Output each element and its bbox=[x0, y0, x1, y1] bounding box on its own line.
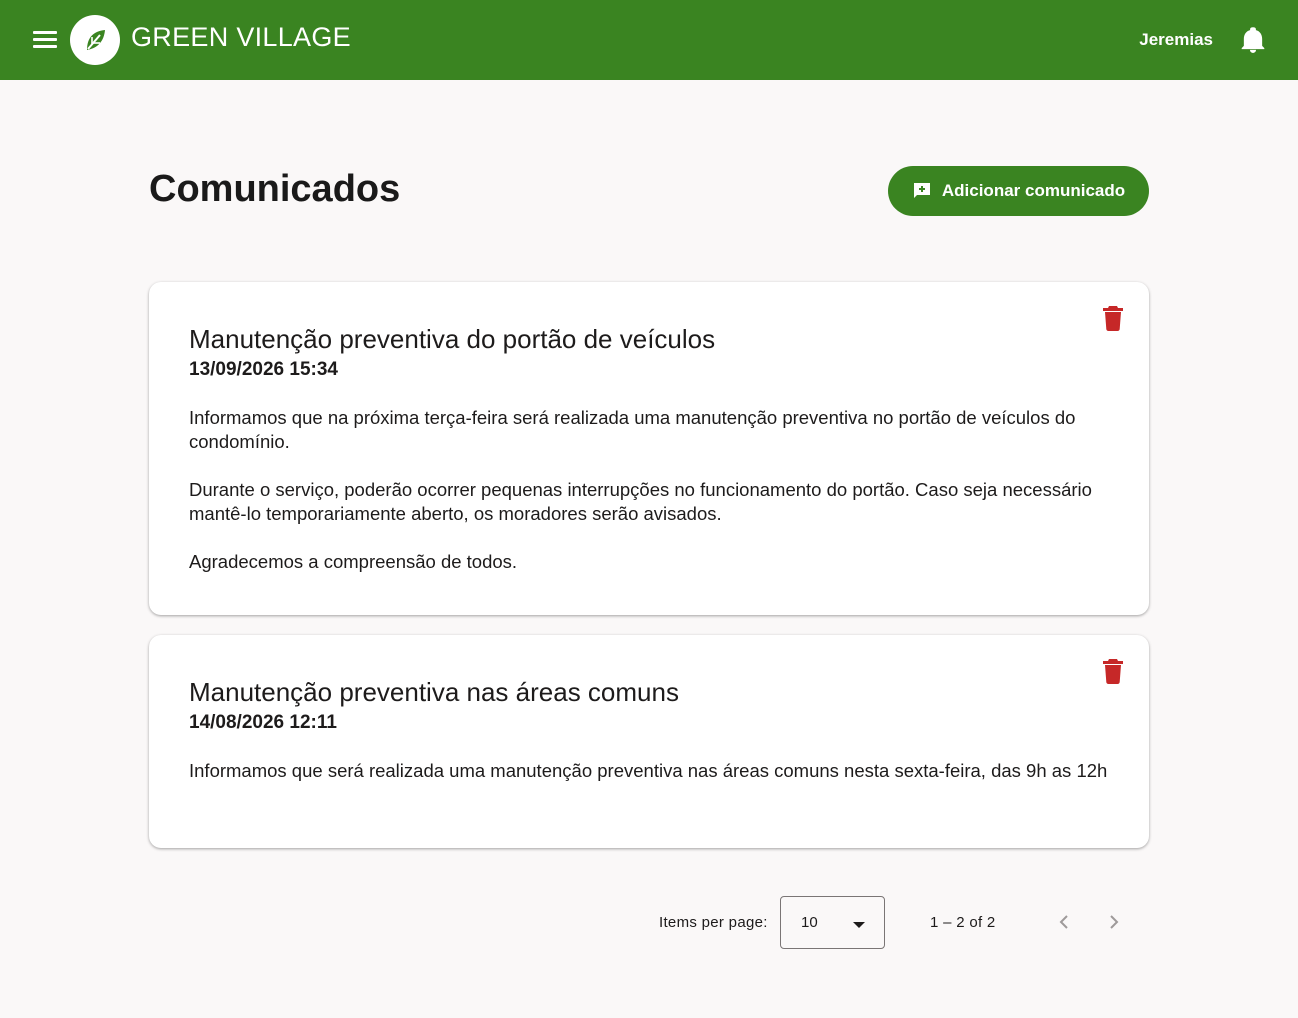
announcement-body: Informamos que será realizada uma manute… bbox=[189, 759, 1109, 783]
top-app-bar: GREEN VILLAGE Jeremias bbox=[0, 0, 1298, 80]
items-per-page-label: Items per page: bbox=[659, 914, 768, 931]
announcement-date: 13/09/2026 15:34 bbox=[189, 359, 338, 380]
announcement-title: Manutenção preventiva nas áreas comuns bbox=[189, 677, 679, 707]
leaf-logo-icon[interactable] bbox=[70, 15, 120, 65]
announcement-paragraph: Informamos que na próxima terça-feira se… bbox=[189, 407, 1076, 452]
announcement-paragraph: Agradecemos a compreensão de todos. bbox=[189, 551, 518, 572]
announcement-paragraph: Informamos que será realizada uma manute… bbox=[189, 760, 1108, 781]
announcement-card: Manutenção preventiva nas áreas comuns 1… bbox=[149, 635, 1149, 848]
add-announcement-label: Adicionar comunicado bbox=[941, 181, 1126, 200]
page-title: Comunicados bbox=[149, 168, 401, 210]
chevron-right-icon[interactable] bbox=[1102, 910, 1126, 934]
bell-icon[interactable] bbox=[1240, 26, 1266, 54]
announcement-card: Manutenção preventiva do portão de veícu… bbox=[149, 282, 1149, 615]
paginator: Items per page: 10 1 – 2 of 2 bbox=[0, 896, 1298, 950]
announcement-body: Informamos que na próxima terça-feira se… bbox=[189, 406, 1109, 574]
page-range-label: 1 – 2 of 2 bbox=[930, 914, 996, 931]
add-announcement-button[interactable]: Adicionar comunicado bbox=[888, 166, 1149, 216]
announcement-paragraph: Durante o serviço, poderão ocorrer peque… bbox=[189, 479, 1092, 524]
trash-icon[interactable] bbox=[1101, 657, 1125, 685]
items-per-page-value: 10 bbox=[801, 914, 818, 931]
items-per-page-select[interactable]: 10 bbox=[780, 896, 885, 949]
caret-down-icon bbox=[853, 922, 865, 928]
announcement-date: 14/08/2026 12:11 bbox=[189, 712, 337, 733]
trash-icon[interactable] bbox=[1101, 304, 1125, 332]
announcement-title: Manutenção preventiva do portão de veícu… bbox=[189, 324, 716, 354]
brand-name: GREEN VILLAGE bbox=[131, 22, 351, 52]
add-comment-icon bbox=[913, 183, 930, 198]
user-name[interactable]: Jeremias bbox=[1139, 30, 1213, 50]
chevron-left-icon[interactable] bbox=[1052, 910, 1076, 934]
menu-icon[interactable] bbox=[30, 28, 60, 52]
